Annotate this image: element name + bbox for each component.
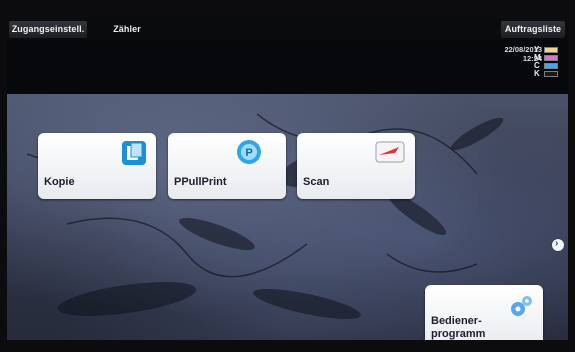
ppullprint-tile[interactable]: P PPullPrint: [168, 133, 286, 199]
gears-icon: [511, 296, 532, 316]
toner-label: K: [534, 69, 540, 78]
ppullprint-icon: P: [237, 140, 261, 164]
scan-icon: [375, 141, 405, 163]
touch-screen: Zugangseinstell. Zähler Auftragsliste 22…: [7, 18, 568, 340]
next-page-button[interactable]: ›: [552, 238, 564, 251]
copy-icon: [122, 141, 146, 165]
user-program-label-line2: programm: [431, 328, 486, 340]
copy-label: Kopie: [44, 176, 75, 188]
toner-bar: [544, 71, 558, 77]
top-bar: Zugangseinstell. Zähler Auftragsliste: [7, 18, 568, 40]
scan-tile[interactable]: Scan: [297, 133, 415, 199]
svg-text:P: P: [245, 147, 252, 159]
user-program-label-line1: Bediener-: [431, 315, 482, 327]
toner-levels: Y M C K: [534, 46, 566, 78]
copy-tile[interactable]: Kopie: [38, 133, 156, 199]
scan-label: Scan: [303, 176, 330, 188]
job-list-button[interactable]: Auftragsliste: [501, 21, 565, 38]
user-program-tile[interactable]: Bediener- programm: [425, 285, 543, 340]
toner-bar: [544, 47, 558, 53]
toner-bar: [544, 55, 558, 61]
toner-row-k: K: [534, 70, 566, 78]
user-program-label: Bediener- programm: [431, 315, 485, 340]
toner-bar: [544, 63, 558, 69]
counter-button[interactable]: Zähler: [107, 21, 147, 38]
access-settings-button[interactable]: Zugangseinstell.: [9, 21, 87, 38]
home-panel: Kopie P PPullPrint Scan Bediener- progra…: [7, 94, 568, 340]
status-header: [7, 40, 568, 94]
chevron-right-icon: ›: [555, 238, 559, 249]
ppullprint-label: PPullPrint: [174, 176, 227, 188]
